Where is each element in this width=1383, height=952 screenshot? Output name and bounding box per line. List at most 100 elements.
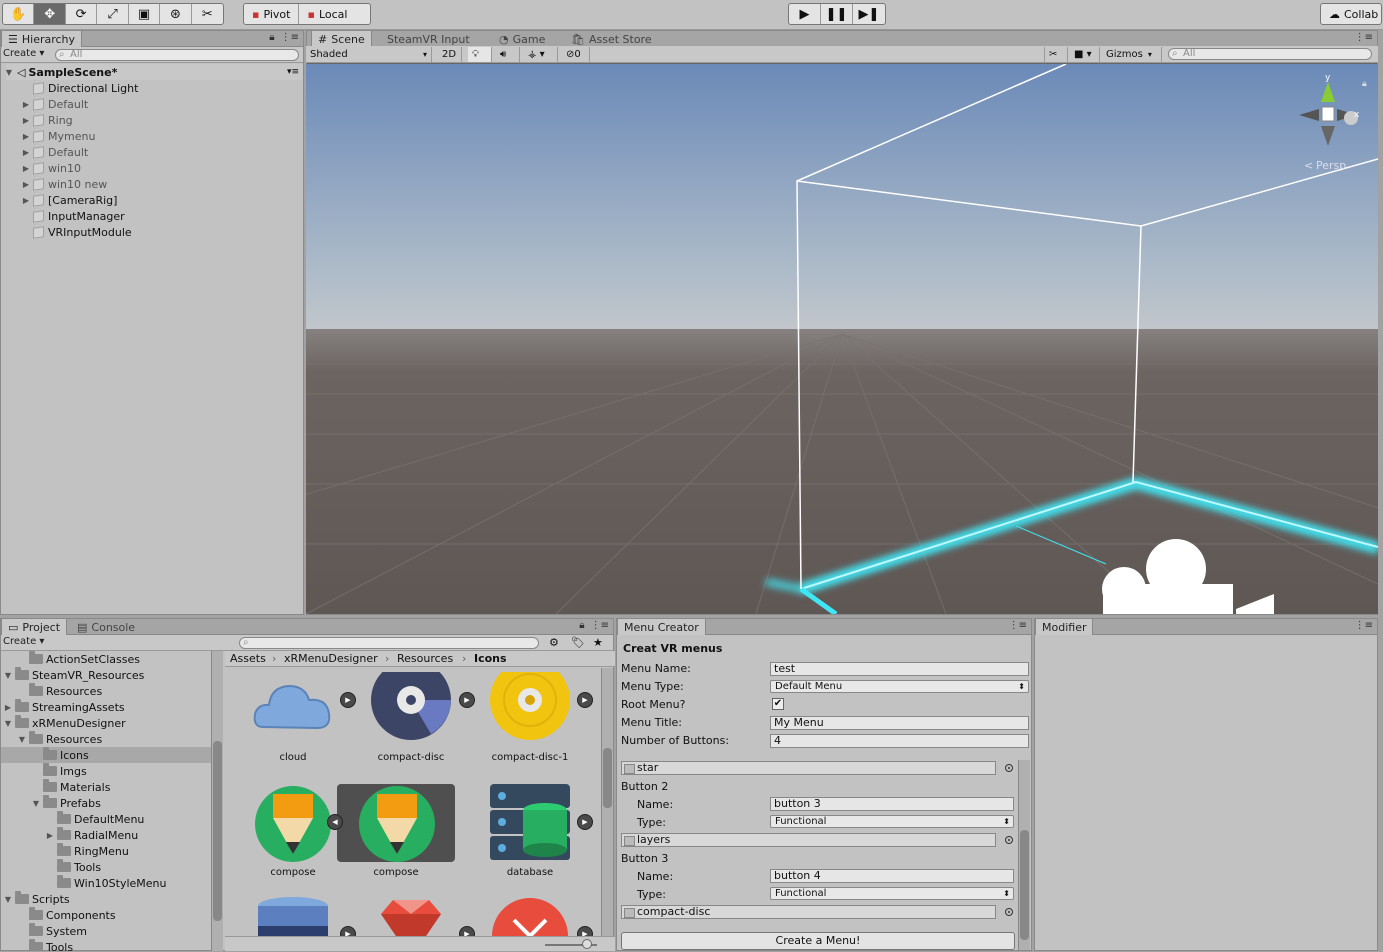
hierarchy-item[interactable]: ▶ Ring xyxy=(1,112,303,128)
filter-type-icon[interactable]: ⚙ xyxy=(549,636,559,649)
hierarchy-search-input[interactable]: ⌕ All xyxy=(55,49,299,61)
asset-scroll-thumb[interactable] xyxy=(603,748,612,808)
play-preview-icon[interactable]: ▶ xyxy=(340,692,356,708)
menu-name-field[interactable]: test xyxy=(770,662,1029,676)
menu-icon[interactable]: ⋮≡ xyxy=(591,620,609,631)
folder-tree-item[interactable]: Materials xyxy=(1,779,211,795)
hierarchy-item[interactable]: ▶ Default xyxy=(1,96,303,112)
toggle-2d-button[interactable]: 2D xyxy=(438,47,462,62)
play-preview-icon[interactable]: ▶ xyxy=(459,692,475,708)
expand-arrow-icon[interactable]: ▶ xyxy=(21,116,31,125)
expand-arrow-icon[interactable]: ▶ xyxy=(45,831,55,840)
icon-field-star[interactable]: star xyxy=(621,761,996,775)
folder-tree-item[interactable]: ▼ Resources xyxy=(1,731,211,747)
folder-tree-item[interactable]: Resources xyxy=(1,683,211,699)
scene-tools-button[interactable]: ✂ xyxy=(1044,47,1068,62)
tab-hierarchy[interactable]: ☰ Hierarchy xyxy=(1,31,83,47)
menu-icon[interactable]: ⋮≡ xyxy=(1355,620,1373,631)
audio-toggle[interactable]: 🔊︎ xyxy=(496,47,520,62)
rect-tool-icon[interactable]: ▣ xyxy=(129,4,161,24)
folder-tree-item[interactable]: ▼ Scripts xyxy=(1,891,211,907)
rotate-tool-icon[interactable]: ⟳ xyxy=(66,4,98,24)
tree-scrollbar[interactable] xyxy=(211,651,223,951)
step-button[interactable]: ▶❚ xyxy=(853,4,885,24)
play-button[interactable]: ▶ xyxy=(789,4,821,24)
tab-scene[interactable]: # Scene xyxy=(311,31,372,47)
collab-button[interactable]: ☁ Collab xyxy=(1321,4,1381,24)
filter-label-icon[interactable]: 🏷︎ xyxy=(571,636,585,649)
expand-arrow-icon[interactable]: ▶ xyxy=(21,164,31,173)
expand-arrow-icon[interactable]: ▶ xyxy=(21,132,31,141)
hidden-objects-toggle[interactable]: ⊘ 0 xyxy=(562,47,590,62)
expand-arrow-icon[interactable]: ▼ xyxy=(3,895,13,904)
crumb-xrmenudesigner[interactable]: xRMenuDesigner xyxy=(284,652,378,665)
button3-type-dropdown[interactable]: Functional xyxy=(770,887,1014,900)
hierarchy-item[interactable]: ▶ [CameraRig] xyxy=(1,192,303,208)
button3-name-field[interactable]: button 4 xyxy=(770,869,1014,883)
expand-arrow-icon[interactable]: ▶ xyxy=(3,703,13,712)
favorite-star-icon[interactable]: ★ xyxy=(593,636,603,649)
create-menu-button[interactable]: Create a Menu! xyxy=(621,932,1015,950)
hierarchy-item[interactable]: ▶ Mymenu xyxy=(1,128,303,144)
tab-project[interactable]: ▭ Project xyxy=(1,619,68,635)
folder-tree-item[interactable]: ▶ RadialMenu xyxy=(1,827,211,843)
project-search-input[interactable]: ⌕ xyxy=(239,637,539,649)
button2-name-field[interactable]: button 3 xyxy=(770,797,1014,811)
menu-creator-scroll-thumb[interactable] xyxy=(1020,830,1029,940)
scene-viewport[interactable]: y x 🔒︎ < Persp xyxy=(306,64,1378,614)
tab-menu-creator[interactable]: Menu Creator xyxy=(617,619,706,635)
expand-arrow-icon[interactable]: ▶ xyxy=(21,100,31,109)
tab-console[interactable]: ▤ Console xyxy=(71,619,141,635)
crumb-assets[interactable]: Assets xyxy=(230,652,266,665)
play-preview-icon[interactable]: ▶ xyxy=(340,926,356,936)
menu-type-dropdown[interactable]: Default Menu xyxy=(770,680,1029,693)
hierarchy-item[interactable]: ▶ Default xyxy=(1,144,303,160)
folder-tree-item[interactable]: Tools xyxy=(1,859,211,875)
custom-tool-icon[interactable]: ✂ xyxy=(192,4,223,24)
icon-field-compact-disc[interactable]: compact-disc xyxy=(621,905,996,919)
expand-arrow-icon[interactable]: ▼ xyxy=(3,671,13,680)
crumb-resources[interactable]: Resources xyxy=(397,652,453,665)
expand-arrow-icon[interactable]: ▼ xyxy=(31,799,41,808)
tab-asset-store[interactable]: 🛍︎ Asset Store xyxy=(565,31,658,47)
menu-icon[interactable]: ⋮≡ xyxy=(1009,620,1027,631)
hierarchy-item[interactable]: VRInputModule xyxy=(1,224,303,240)
scene-search-input[interactable]: ⌕ All xyxy=(1168,48,1372,60)
menu-creator-scrollbar[interactable] xyxy=(1018,760,1030,950)
gizmos-dropdown[interactable]: Gizmos ▾ xyxy=(1102,47,1162,62)
transform-tool-icon[interactable]: ⊛ xyxy=(160,4,192,24)
persp-label[interactable]: < xyxy=(1304,159,1313,172)
expand-arrow-icon[interactable]: ▼ xyxy=(17,735,27,744)
create-dropdown[interactable]: Create ▾ xyxy=(3,48,44,59)
hierarchy-item[interactable]: ▶ win10 new xyxy=(1,176,303,192)
folder-tree-item[interactable]: DefaultMenu xyxy=(1,811,211,827)
folder-tree-item[interactable]: ▼ Prefabs xyxy=(1,795,211,811)
root-menu-checkbox[interactable]: ✔ xyxy=(772,698,784,710)
object-picker-icon[interactable] xyxy=(1005,764,1013,772)
lighting-toggle[interactable]: 💡︎ xyxy=(468,47,492,62)
object-picker-icon[interactable] xyxy=(1005,836,1013,844)
play-preview-icon[interactable]: ▶ xyxy=(577,926,593,936)
folder-tree-item[interactable]: System xyxy=(1,923,211,939)
shading-dropdown[interactable]: Shaded ▾ xyxy=(306,47,432,62)
hand-tool-icon[interactable]: ✋ xyxy=(3,4,35,24)
folder-tree-item[interactable]: ▶ StreamingAssets xyxy=(1,699,211,715)
folder-tree-item[interactable]: Imgs xyxy=(1,763,211,779)
tab-game[interactable]: ◔ Game xyxy=(493,31,551,47)
icon-field-layers[interactable]: layers xyxy=(621,833,996,847)
folder-tree-item[interactable]: ▼ xRMenuDesigner xyxy=(1,715,211,731)
play-preview-icon[interactable]: ▶ xyxy=(459,926,475,936)
lock-icon[interactable]: 🔒︎ xyxy=(269,32,274,43)
camera-dropdown[interactable]: ■ ▾ xyxy=(1070,47,1100,62)
crumb-icons[interactable]: Icons xyxy=(474,652,507,665)
hierarchy-item[interactable]: InputManager xyxy=(1,208,303,224)
folder-tree-item[interactable]: ▼ SteamVR_Resources xyxy=(1,667,211,683)
expand-arrow-icon[interactable]: ▶ xyxy=(21,180,31,189)
project-create-dropdown[interactable]: Create ▾ xyxy=(3,636,44,647)
folder-tree-item[interactable]: Components xyxy=(1,907,211,923)
folder-tree-item[interactable]: RingMenu xyxy=(1,843,211,859)
move-tool-icon[interactable]: ✥ xyxy=(34,4,66,24)
scene-root-row[interactable]: ▼ ◁ SampleScene* ▾≡ xyxy=(1,64,303,80)
play-preview-icon[interactable]: ▶ xyxy=(577,814,593,830)
menu-icon[interactable]: ⋮≡ xyxy=(1355,32,1373,43)
